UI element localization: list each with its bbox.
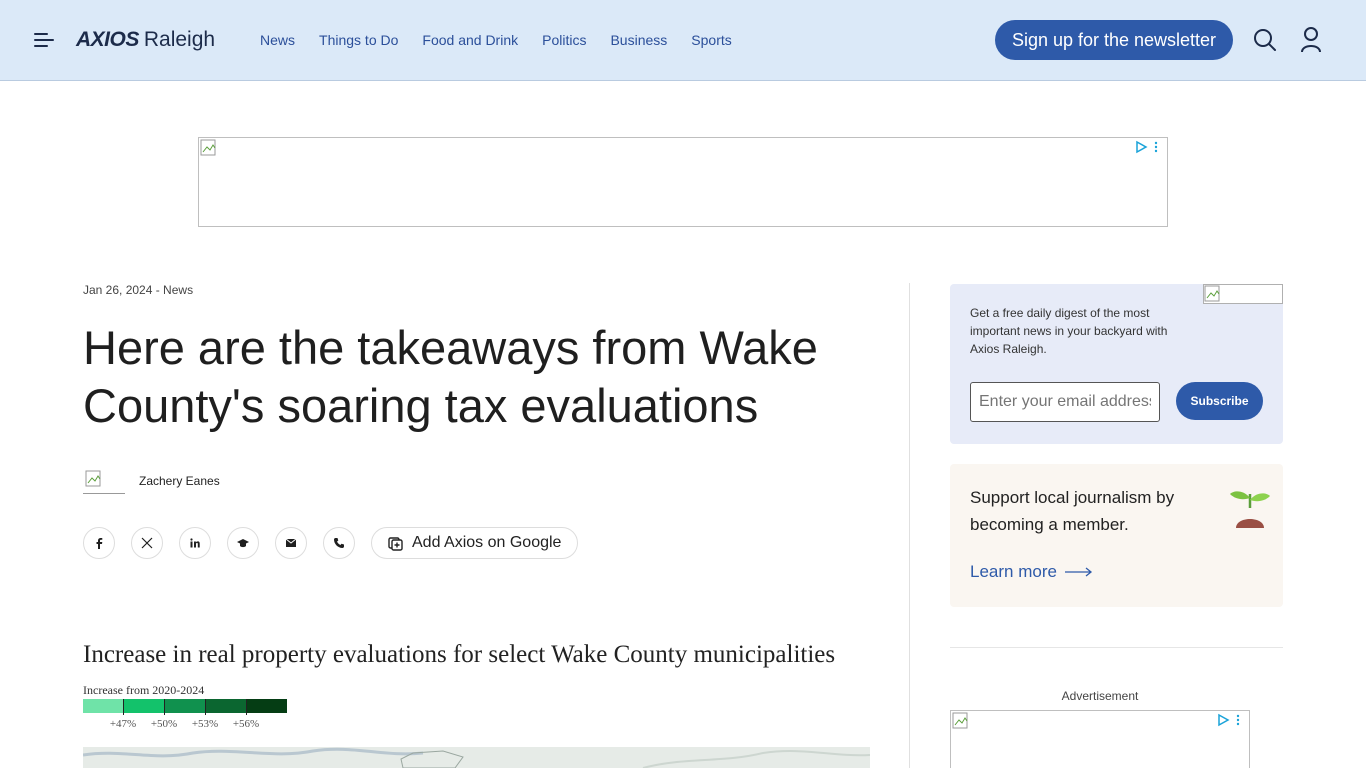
newsletter-text: Get a free daily digest of the most impo… [970, 306, 1168, 356]
nav-politics[interactable]: Politics [542, 31, 586, 49]
newsletter-signup-button[interactable]: Sign up for the newsletter [995, 20, 1233, 60]
legend-swatch-4 [205, 699, 247, 713]
legend-swatch-1 [83, 699, 124, 713]
linkedin-icon[interactable] [179, 527, 211, 559]
legend-swatch-3 [164, 699, 206, 713]
site-logo[interactable]: AXIOS Raleigh [76, 28, 215, 54]
article-headline: Here are the takeaways from Wake County'… [83, 321, 818, 432]
legend-color-scale [83, 699, 287, 713]
author-byline: Zachery Eanes [83, 461, 220, 501]
nav-sports[interactable]: Sports [691, 31, 731, 49]
subscribe-button[interactable]: Subscribe [1176, 382, 1263, 420]
column-divider [909, 283, 910, 768]
nav-food-and-drink[interactable]: Food and Drink [422, 31, 518, 49]
arrow-right-icon [1064, 567, 1092, 577]
legend-ticks: +47% +50% +53% +56% [83, 699, 287, 733]
sprout-icon [1230, 491, 1270, 528]
email-icon[interactable] [275, 527, 307, 559]
broken-image-icon [200, 139, 216, 156]
email-field[interactable] [970, 382, 1160, 422]
main-nav: News Things to Do Food and Drink Politic… [260, 31, 756, 49]
legend-tick-label: +50% [150, 718, 178, 730]
add-source-icon [388, 537, 403, 551]
author-name[interactable]: Zachery Eanes [139, 474, 220, 488]
logo-brand: AXIOS [76, 28, 139, 51]
membership-box: Support local journalism by becoming a m… [950, 464, 1283, 607]
search-icon[interactable] [1253, 28, 1277, 52]
learn-more-label: Learn more [970, 562, 1057, 581]
site-header: AXIOS Raleigh News Things to Do Food and… [0, 0, 1366, 81]
add-axios-on-google-label: Add Axios on Google [412, 534, 562, 551]
learn-more-link[interactable]: Learn more [970, 562, 1093, 582]
adchoices-icon[interactable] [1217, 713, 1243, 727]
legend-label: Increase from 2020-2024 [83, 683, 205, 697]
newsletter-signup-box: Get a free daily digest of the most impo… [950, 284, 1283, 444]
newsletter-image [1203, 284, 1283, 304]
legend-swatch-5 [246, 699, 287, 713]
sidebar-ad[interactable] [950, 710, 1250, 768]
nav-business[interactable]: Business [610, 31, 667, 49]
article-meta: Jan 26, 2024 - News [83, 283, 194, 297]
add-axios-on-google-button[interactable]: Add Axios on Google [371, 527, 579, 559]
threads-icon[interactable] [227, 527, 259, 559]
advertisement-label: Advertisement [1061, 689, 1139, 703]
phone-icon[interactable] [323, 527, 355, 559]
top-banner-ad[interactable] [198, 137, 1168, 227]
chart-title: Increase in real property evaluations fo… [83, 641, 836, 668]
support-text: Support local journalism by becoming a m… [970, 488, 1175, 534]
share-bar: Add Axios on Google [83, 527, 579, 559]
author-avatar [83, 468, 125, 494]
legend-tick-label: +56% [232, 718, 260, 730]
menu-icon[interactable] [34, 32, 54, 48]
county-map[interactable] [83, 747, 870, 768]
user-account-icon[interactable] [1299, 26, 1323, 54]
legend-tick-label: +53% [191, 718, 219, 730]
nav-news[interactable]: News [260, 31, 295, 49]
nav-things-to-do[interactable]: Things to Do [319, 31, 398, 49]
adchoices-icon[interactable] [1135, 140, 1161, 154]
facebook-icon[interactable] [83, 527, 115, 559]
legend-swatch-2 [123, 699, 165, 713]
sidebar-divider [950, 647, 1283, 648]
legend-tick-label: +47% [109, 718, 137, 730]
x-icon[interactable] [131, 527, 163, 559]
logo-city: Raleigh [143, 28, 216, 51]
